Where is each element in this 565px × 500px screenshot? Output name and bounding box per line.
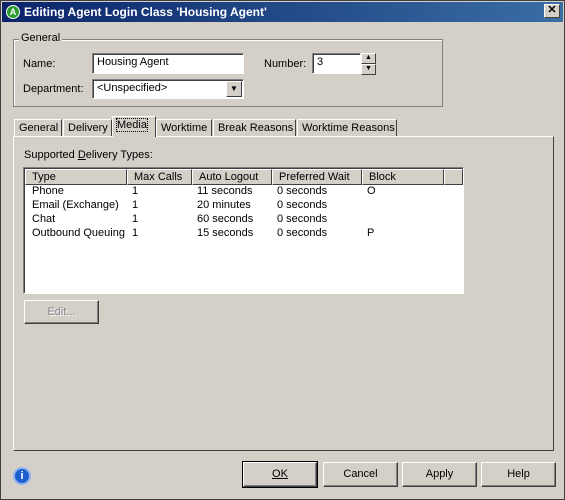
delivery-types-list[interactable]: Type Max Calls Auto Logout Preferred Wai… [23,167,464,294]
column-header-type[interactable]: Type [25,169,127,185]
column-header-block[interactable]: Block [362,169,444,185]
column-header-filler [444,169,463,185]
tab-worktime-reasons[interactable]: Worktime Reasons [297,119,397,137]
apply-button[interactable]: Apply [402,462,477,487]
help-button[interactable]: Help [481,462,556,487]
app-icon: A [6,5,20,19]
general-group-label: General [19,32,63,44]
ok-button[interactable]: OK [242,461,318,488]
tab-media[interactable]: Media [112,116,156,137]
number-field[interactable]: 3 [312,53,361,74]
close-icon[interactable]: ✕ [544,4,560,18]
title-bar[interactable]: A Editing Agent Login Class 'Housing Age… [2,2,563,22]
department-select[interactable]: <Unspecified> ▼ [92,79,244,99]
spin-down-icon[interactable]: ▼ [361,64,376,75]
name-field[interactable]: Housing Agent [92,53,244,74]
spin-up-icon[interactable]: ▲ [361,53,376,64]
tab-delivery[interactable]: Delivery [63,119,112,137]
column-header-preferred-wait[interactable]: Preferred Wait [272,169,362,185]
dialog-window: A Editing Agent Login Class 'Housing Age… [0,0,565,500]
number-label: Number: [264,58,307,70]
cancel-button[interactable]: Cancel [323,462,398,487]
tab-break-reasons[interactable]: Break Reasons [213,119,296,137]
edit-button[interactable]: Edit... [24,300,99,324]
column-header-max-calls[interactable]: Max Calls [127,169,192,185]
info-icon[interactable]: i [13,467,31,485]
department-label: Department: [23,83,84,95]
chevron-down-icon[interactable]: ▼ [226,81,242,97]
window-title: Editing Agent Login Class 'Housing Agent… [24,5,267,19]
number-stepper[interactable]: ▲ ▼ [361,53,376,75]
tab-general[interactable]: General [14,119,62,137]
department-value: <Unspecified> [97,82,168,94]
name-label: Name: [23,58,56,70]
column-header-auto-logout[interactable]: Auto Logout [192,169,272,185]
tab-worktime[interactable]: Worktime [156,119,212,137]
delivery-types-label: Supported Delivery Types: [24,149,153,161]
